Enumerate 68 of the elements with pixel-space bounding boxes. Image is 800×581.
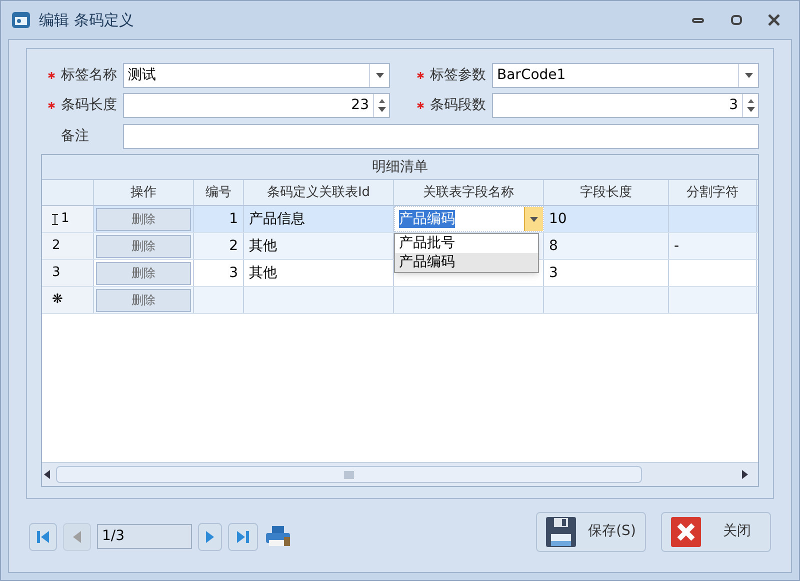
table-cell-text: 3 xyxy=(229,264,238,282)
table-cell-text: 8 xyxy=(549,236,558,256)
first-icon xyxy=(36,530,50,544)
input-field[interactable] xyxy=(123,124,759,148)
horizontal-scrollbar-thumb[interactable] xyxy=(56,466,642,483)
close-dialog-button[interactable]: 关闭 xyxy=(661,512,771,552)
field-label: 标签名称 xyxy=(61,66,118,84)
spin-box[interactable]: 23 xyxy=(123,92,390,118)
printer-icon[interactable] xyxy=(264,524,292,548)
save-button[interactable]: 保存(S) xyxy=(536,512,646,552)
grip-icon xyxy=(344,470,354,478)
caret-down-icon xyxy=(376,72,384,78)
dropdown-option[interactable]: 产品批号 xyxy=(395,234,538,253)
delete-button[interactable]: 删除 xyxy=(96,234,191,258)
table-cell-text: 产品信息 xyxy=(249,210,305,228)
column-header[interactable]: 编号 xyxy=(194,180,244,205)
first-record-button[interactable] xyxy=(29,522,57,550)
caret-down-icon xyxy=(744,72,752,78)
dropdown-option[interactable]: 产品编码 xyxy=(395,253,538,272)
table-cell-text: 其他 xyxy=(249,236,277,256)
row-header[interactable]: ❋ xyxy=(52,290,63,310)
table-cell-text: 其他 xyxy=(249,264,277,282)
maximize-icon xyxy=(730,15,742,25)
row-header[interactable]: 1 xyxy=(61,209,70,229)
column-header[interactable]: 分割字符 xyxy=(669,180,757,205)
close-icon xyxy=(768,14,780,26)
column-header[interactable]: 关联表字段名称 xyxy=(394,180,544,205)
last-record-button[interactable] xyxy=(228,522,258,550)
table-cell-text: 10 xyxy=(549,210,567,228)
scroll-left-icon[interactable] xyxy=(44,470,50,479)
field-label: 条码段数 xyxy=(430,96,487,114)
minimize-icon xyxy=(692,18,704,22)
delete-button[interactable]: 删除 xyxy=(96,208,191,230)
field-label: 备注 xyxy=(61,126,90,146)
window-app-icon xyxy=(11,11,31,29)
table-cell-text: 1 xyxy=(229,210,238,228)
table-cell-text: 2 xyxy=(229,236,238,256)
combo-box[interactable]: 测试 xyxy=(123,62,390,88)
delete-button[interactable]: 删除 xyxy=(96,262,191,284)
spin-buttons[interactable] xyxy=(373,94,389,116)
caret-up-icon xyxy=(378,98,384,102)
combo-box[interactable]: BarCode1 xyxy=(492,62,759,88)
row-header[interactable]: 3 xyxy=(52,263,60,283)
table-cell-text: 3 xyxy=(549,264,558,282)
close-x-icon xyxy=(670,516,702,548)
caret-up-icon xyxy=(748,98,754,102)
field-label: 标签参数 xyxy=(430,66,487,84)
row-header[interactable]: 2 xyxy=(52,236,60,256)
record-position-field[interactable]: 1/3 xyxy=(97,524,192,549)
caret-down-icon xyxy=(746,106,754,112)
grid-title-bar: 明细清单 xyxy=(42,155,758,180)
previous-icon xyxy=(72,530,82,544)
caret-down-icon xyxy=(378,106,386,112)
column-header[interactable]: 字段长度 xyxy=(544,180,669,205)
dropdown-button[interactable] xyxy=(524,207,543,231)
last-icon xyxy=(236,530,250,544)
table-cell-text: - xyxy=(674,236,680,256)
spin-buttons[interactable] xyxy=(742,94,758,116)
spin-box[interactable]: 3 xyxy=(492,92,759,118)
window-title: 编辑 条码定义 xyxy=(39,10,135,31)
field-label: 条码长度 xyxy=(61,96,118,114)
caret-down-icon xyxy=(530,216,538,222)
column-header[interactable]: 条码定义关联表Id xyxy=(244,180,394,205)
delete-button[interactable]: 删除 xyxy=(96,288,191,312)
scroll-right-icon[interactable] xyxy=(742,470,748,479)
column-header[interactable]: 操作 xyxy=(94,180,194,205)
next-record-button[interactable] xyxy=(198,522,222,550)
next-icon xyxy=(205,530,215,544)
